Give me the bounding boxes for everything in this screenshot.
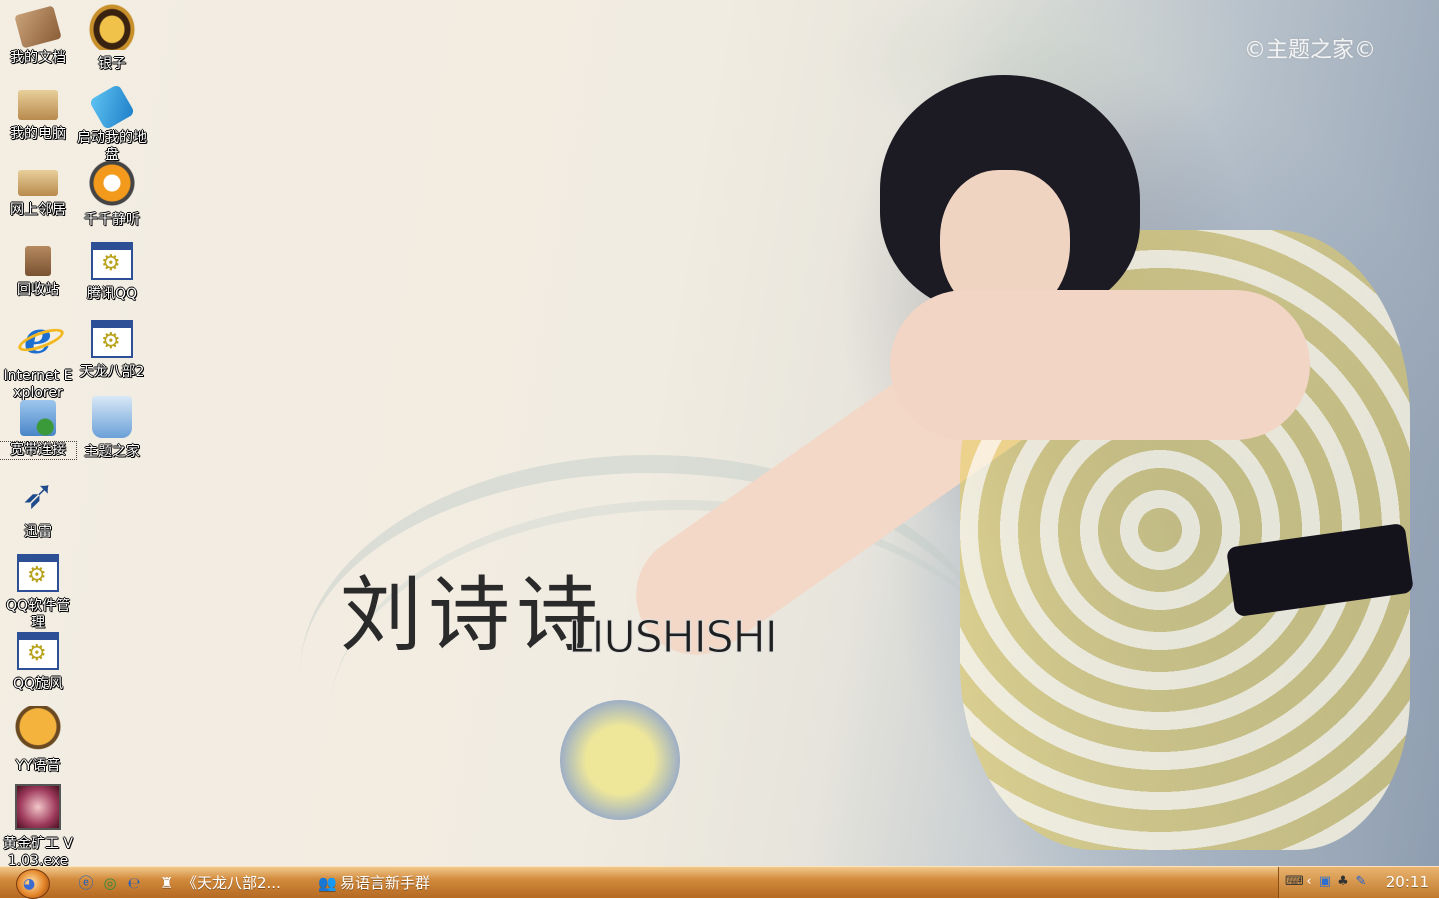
input-method-icon[interactable]: ✎ — [1353, 874, 1369, 890]
desktop-icon-label: 我的电脑 — [10, 126, 66, 142]
wallpaper-watermark: ©主题之家© — [1244, 38, 1377, 63]
qq-penguin-icon[interactable]: ♣ — [1335, 874, 1351, 890]
app-icon — [91, 242, 133, 280]
desktop-icon-xunlei[interactable]: ➶ 迅雷 — [0, 472, 76, 548]
desktop-icon-broadband[interactable]: 宽带连接 — [0, 394, 77, 470]
desktop-icon-label: 银子 — [98, 56, 126, 72]
taskbar-task-label: 易语言新手群 — [340, 874, 431, 892]
desktop-icon-label: 回收站 — [17, 282, 59, 298]
quicklaunch-ie2-icon[interactable]: ℮ — [124, 873, 144, 893]
desktop-icon-label: 网上邻居 — [10, 202, 66, 218]
wallpaper-title-chinese: 刘诗诗 — [340, 568, 605, 663]
yy-icon — [15, 706, 61, 752]
taskbar-task-tianlong[interactable]: ♜ 《天龙八部2... — [156, 870, 287, 896]
broadband-icon — [20, 400, 56, 436]
desktop-wallpaper: 刘诗诗 LIUSHISHI ©主题之家© — [0, 0, 1439, 866]
desktop-icon-label: 我的文档 — [10, 50, 66, 66]
theme-icon — [92, 396, 132, 438]
quicklaunch-browser-icon[interactable]: ◎ — [100, 873, 120, 893]
desktop-icon-label: 主题之家 — [84, 444, 140, 460]
desktop-icon-my-documents[interactable]: 我的文档 — [0, 4, 76, 80]
desktop-icon-label: 宽带连接 — [0, 441, 77, 460]
system-tray: ⌨ ‹ ▣ ♣ ✎ 20:11 — [1278, 867, 1439, 898]
desktop-icon-tianlong-babu-2[interactable]: 天龙八部2 — [74, 316, 150, 392]
ie-icon: e — [15, 316, 61, 362]
desktop-icon-theme-home[interactable]: 主题之家 — [74, 394, 150, 470]
desktop-icon-label: 腾讯QQ — [86, 286, 138, 302]
desktop-icon-label: YY语音 — [15, 758, 61, 774]
taskbar: ◕ ⓔ ◎ ℮ ♜ 《天龙八部2... 👥 易语言新手群 ⌨ ‹ ▣ ♣ ✎ 2… — [0, 866, 1439, 899]
desktop-icon-qq-xuanfeng[interactable]: QQ旋风 — [0, 628, 76, 704]
desktop-icon-label: 启动我的地盘 — [77, 130, 147, 163]
desktop-icon-label: 迅雷 — [24, 524, 52, 540]
documents-icon — [14, 5, 62, 49]
desktop-icon-yinzi[interactable]: 银子 — [74, 4, 150, 80]
app-icon — [91, 320, 133, 358]
windows-logo-icon: ◕ — [23, 876, 36, 892]
desktop-icon-my-computer[interactable]: 我的电脑 — [0, 82, 76, 158]
network-status-icon[interactable]: ▣ — [1317, 874, 1333, 890]
desktop-icon-yy-voice[interactable]: YY语音 — [0, 706, 76, 782]
tray-expand-chevron-icon[interactable]: ‹ — [1301, 874, 1317, 890]
start-button[interactable]: ◕ — [16, 869, 50, 899]
taskbar-task-label: 《天龙八部2... — [182, 874, 281, 892]
quicklaunch-ie-icon[interactable]: ⓔ — [76, 873, 96, 893]
desktop-icon-label: 黄金矿工 V1.03.exe — [2, 836, 74, 866]
wallpaper-title-english: LIUSHISHI — [568, 612, 779, 664]
wallpaper-figure-shoe — [560, 700, 680, 820]
xunlei-icon: ➶ — [21, 472, 55, 518]
network-icon — [18, 170, 58, 196]
wallpaper-figure-arms — [890, 290, 1310, 440]
group-chat-icon: 👥 — [318, 874, 337, 892]
desktop-icon-network[interactable]: 网上邻居 — [0, 160, 76, 236]
desktop-icon-my-territory[interactable]: 启动我的地盘 — [74, 82, 150, 163]
desktop-icon-gold-miner[interactable]: 黄金矿工 V1.03.exe — [0, 784, 76, 866]
keyboard-icon[interactable]: ⌨ — [1285, 874, 1304, 890]
taskbar-clock[interactable]: 20:11 — [1386, 873, 1429, 891]
taskbar-task-group-chat[interactable]: 👥 易语言新手群 — [314, 870, 436, 896]
desktop-icon-internet-explorer[interactable]: e Internet Explorer — [0, 316, 76, 402]
desktop-icon-qq-software-manager[interactable]: QQ软件管理 — [0, 550, 76, 631]
game-icon: ♜ — [160, 874, 174, 892]
desktop-icon-label: QQ旋风 — [12, 676, 64, 692]
gold-miner-icon — [15, 784, 61, 830]
yinzi-icon — [89, 4, 135, 50]
desktop-icon-label: QQ软件管理 — [5, 598, 71, 631]
desktop-icon-tencent-qq[interactable]: 腾讯QQ — [74, 238, 150, 314]
app-icon — [17, 554, 59, 592]
desktop-icon-label: 千千静听 — [84, 212, 140, 228]
desktop-icon-recycle-bin[interactable]: 回收站 — [0, 238, 76, 314]
desktop-icon-ttplayer[interactable]: 千千静听 — [74, 160, 150, 236]
ttplayer-icon — [89, 160, 135, 206]
recycle-bin-icon — [25, 246, 51, 276]
lock-icon — [88, 83, 136, 131]
app-icon — [17, 632, 59, 670]
desktop-icon-label: 天龙八部2 — [79, 364, 145, 380]
computer-icon — [18, 90, 58, 120]
